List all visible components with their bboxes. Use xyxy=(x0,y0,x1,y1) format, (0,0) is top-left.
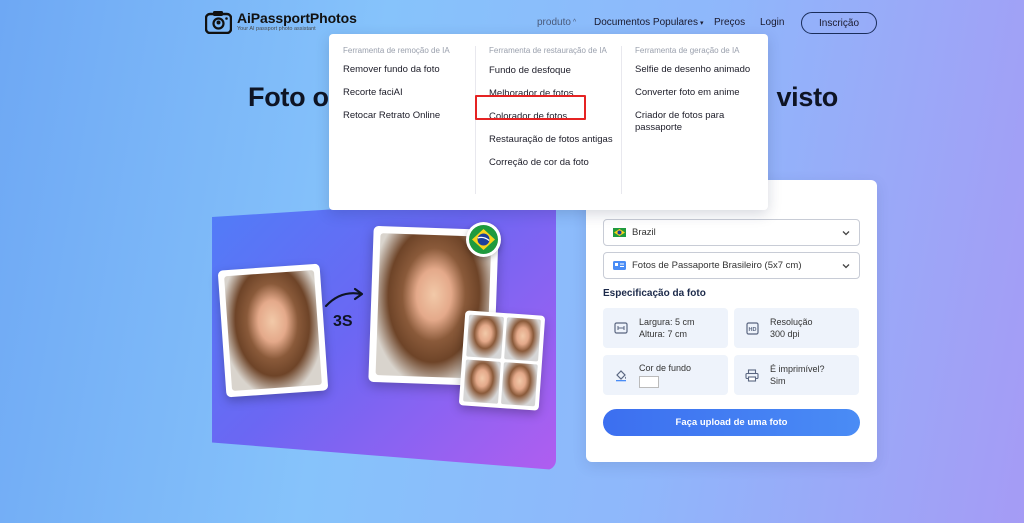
hero-title-right: visto xyxy=(776,82,838,112)
spec-resolution-label: Resolução xyxy=(770,317,813,327)
spec-height: Altura: 7 cm xyxy=(639,329,688,339)
dimensions-icon xyxy=(614,322,628,334)
menu-item-retocar-retrato[interactable]: Retocar Retrato Online xyxy=(343,110,479,122)
nav-documentos-populares[interactable]: Documentos Populares ▾ xyxy=(594,17,703,28)
menu-item-melhorador-fotos[interactable]: Melhorador de fotos xyxy=(489,88,621,100)
nav-login[interactable]: Login xyxy=(760,17,784,28)
timer-label: 3S xyxy=(333,313,353,330)
id-card-icon xyxy=(613,261,626,270)
menu-column-heading: Ferramenta de remoção de IA xyxy=(343,46,450,55)
menu-item-correcao-cor[interactable]: Correção de cor da foto xyxy=(489,157,621,169)
paint-bucket-icon xyxy=(616,370,626,382)
chevron-up-icon: ^ xyxy=(572,19,577,26)
spec-resolution: HD Resolução 300 dpi xyxy=(734,308,859,348)
produto-dropdown-menu: Ferramenta de remoção de IA Remover fund… xyxy=(329,34,768,210)
country-value: Brazil xyxy=(632,227,656,238)
brazil-flag-icon xyxy=(466,222,501,257)
menu-column-heading: Ferramenta de geração de IA xyxy=(635,46,740,55)
portrait-thumbnail xyxy=(463,359,501,404)
menu-column-removal: Ferramenta de remoção de IA Remover fund… xyxy=(343,46,479,133)
spec-printable-value: Sim xyxy=(770,376,786,386)
logo-name: AiPassportPhotos xyxy=(237,10,357,26)
logo-tagline: Your AI passport photo assistant xyxy=(237,26,316,32)
print-sheet-card xyxy=(458,310,546,411)
menu-item-selfie-desenho[interactable]: Selfie de desenho animado xyxy=(635,64,763,76)
menu-item-recorte-faciai[interactable]: Recorte faciAI xyxy=(343,87,479,99)
upload-photo-button[interactable]: Faça upload de uma foto xyxy=(603,409,860,436)
photo-form-card: Brazil Fotos de Passaporte Brasileiro (5… xyxy=(586,180,877,462)
printer-icon xyxy=(745,368,759,382)
menu-column-restoration: Ferramenta de restauração de IA Fundo de… xyxy=(489,46,621,180)
nav-documentos-label: Documentos Populares xyxy=(594,17,698,28)
background-color-swatch xyxy=(639,376,659,388)
logo[interactable]: AiPassportPhotos Your AI passport photo … xyxy=(205,10,357,34)
country-select[interactable]: Brazil xyxy=(603,219,860,246)
spec-width: Largura: 5 cm xyxy=(639,317,695,327)
portrait-image xyxy=(224,270,322,391)
nav-produto-label: produto xyxy=(537,17,571,28)
nav-precos-label: Preços xyxy=(714,17,746,28)
curved-arrow-icon xyxy=(324,287,364,308)
menu-item-restauracao-fotos[interactable]: Restauração de fotos antigas xyxy=(489,134,621,146)
hero-title-left: Foto o xyxy=(248,82,329,112)
spec-bg-label: Cor de fundo xyxy=(639,363,692,373)
document-value: Fotos de Passaporte Brasileiro (5x7 cm) xyxy=(632,260,802,271)
menu-column-heading: Ferramenta de restauração de IA xyxy=(489,46,607,55)
chevron-down-icon: ▾ xyxy=(699,19,704,27)
camera-logo-icon xyxy=(205,11,232,34)
spec-background: Cor de fundo xyxy=(603,355,728,395)
menu-item-converter-anime[interactable]: Converter foto em anime xyxy=(635,87,763,99)
brazil-flag-icon xyxy=(613,228,626,237)
portrait-thumbnail xyxy=(466,314,504,359)
chevron-down-icon xyxy=(842,264,850,269)
chevron-down-icon xyxy=(842,231,850,236)
spec-resolution-value: 300 dpi xyxy=(770,329,800,339)
menu-item-colorador-fotos[interactable]: Colorador de fotos xyxy=(489,111,621,123)
resolution-icon: HD xyxy=(745,321,759,335)
spec-printable-label: É imprimível? xyxy=(770,364,825,374)
document-select[interactable]: Fotos de Passaporte Brasileiro (5x7 cm) xyxy=(603,252,860,279)
signup-button[interactable]: Inscrição xyxy=(801,12,877,34)
column-divider xyxy=(621,46,622,194)
menu-column-generation: Ferramenta de geração de IA Selfie de de… xyxy=(635,46,763,145)
spec-title: Especificação da foto xyxy=(603,288,706,299)
nav-login-label: Login xyxy=(760,17,785,28)
spec-printable: É imprimível? Sim xyxy=(734,355,859,395)
menu-item-remover-fundo[interactable]: Remover fundo da foto xyxy=(343,64,479,76)
menu-item-criador-passaporte[interactable]: Criador de fotos para passaporte xyxy=(635,110,763,133)
nav-produto[interactable]: produto ^ xyxy=(537,17,576,28)
original-photo-card xyxy=(217,263,329,398)
menu-item-fundo-desfoque[interactable]: Fundo de desfoque xyxy=(489,65,621,77)
nav-precos[interactable]: Preços xyxy=(714,17,745,28)
portrait-thumbnail xyxy=(503,317,541,362)
portrait-thumbnail xyxy=(500,362,538,407)
svg-text:HD: HD xyxy=(748,327,756,333)
spec-size: Largura: 5 cm Altura: 7 cm xyxy=(603,308,728,348)
